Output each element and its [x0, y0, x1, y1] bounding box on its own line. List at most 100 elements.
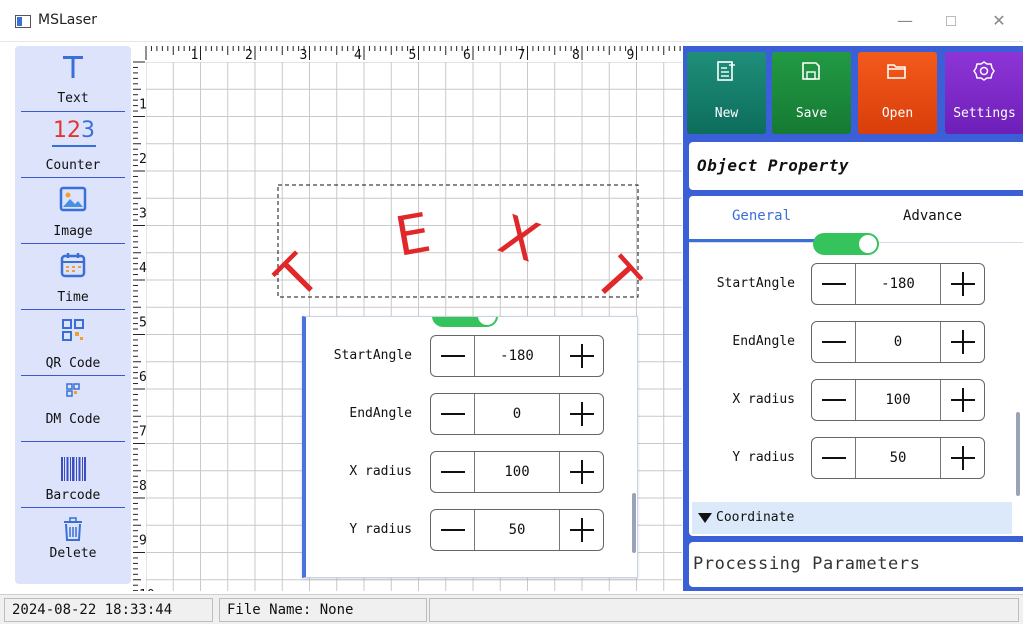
stepper-value[interactable]: -180 [856, 264, 940, 304]
tool-label-qr: QR Code [45, 356, 101, 371]
arc-text-letter: E [391, 201, 436, 269]
ruler-top-label: 6 [463, 48, 471, 63]
add-dm-code-button[interactable]: DM Code [15, 376, 131, 442]
increment-button[interactable] [940, 380, 984, 420]
stepper-value[interactable]: 0 [856, 322, 940, 362]
panel-scrollbar[interactable] [1016, 412, 1020, 496]
ruler-left-label: 9 [139, 534, 147, 549]
value-stepper: -180 [811, 263, 985, 305]
ruler-left-label: 7 [139, 425, 147, 440]
decrement-button[interactable] [431, 336, 475, 376]
save-icon [802, 62, 820, 80]
maximize-button[interactable] [934, 8, 968, 34]
save-label: Save [795, 106, 828, 121]
open-button[interactable]: Open [858, 52, 937, 134]
counter-underline [52, 145, 96, 147]
tool-label-delete: Delete [49, 546, 97, 561]
popup-scrollbar[interactable] [632, 493, 636, 553]
counter-digit: 2 [67, 118, 81, 143]
processing-parameters-section[interactable]: Processing Parameters [689, 542, 1023, 587]
decrement-button[interactable] [812, 380, 856, 420]
increment-button[interactable] [559, 452, 603, 492]
close-button[interactable]: ✕ [982, 8, 1016, 34]
property-label: StartAngle [333, 348, 412, 363]
add-barcode-button[interactable]: Barcode [15, 442, 131, 508]
increment-button[interactable] [559, 510, 603, 550]
image-icon [59, 186, 87, 212]
ruler-left-label: 6 [139, 370, 147, 385]
decrement-button[interactable] [431, 394, 475, 434]
arc-toggle-panel[interactable] [813, 233, 879, 255]
open-label: Open [881, 106, 914, 121]
tool-label-barcode: Barcode [45, 488, 101, 503]
object-property-title: Object Property [697, 156, 849, 175]
design-canvas[interactable]: 1234567891012345678910TEXT StartAngle-18… [133, 46, 682, 591]
tab-advance[interactable]: Advance [903, 208, 962, 224]
arc-toggle[interactable] [432, 317, 498, 327]
ruler-top-label: 5 [409, 48, 417, 63]
app-icon [15, 15, 31, 28]
increment-button[interactable] [940, 264, 984, 304]
stepper-value[interactable]: 100 [856, 380, 940, 420]
tool-label-text: Text [57, 91, 89, 106]
status-empty [429, 598, 1019, 622]
ruler-top-label: 1 [191, 48, 199, 63]
coordinate-section[interactable]: Coordinate [692, 502, 1012, 534]
stepper-value[interactable]: 50 [475, 510, 559, 550]
increment-button[interactable] [559, 336, 603, 376]
ruler-left-label: 1 [139, 98, 147, 113]
window-title: MSLaser [38, 12, 98, 28]
ruler-top-label: 2 [245, 48, 253, 63]
object-property-header: Object Property [689, 142, 1023, 190]
new-label: New [714, 106, 739, 121]
ruler-left-label: 10 [139, 588, 155, 591]
status-datetime: 2024-08-22 18:33:44 [4, 598, 213, 622]
settings-button[interactable]: Settings [945, 52, 1023, 134]
value-stepper: 100 [811, 379, 985, 421]
stepper-value[interactable]: -180 [475, 336, 559, 376]
trash-icon [64, 517, 82, 541]
add-time-button[interactable]: Time [15, 244, 131, 310]
increment-button[interactable] [940, 322, 984, 362]
settings-label: Settings [953, 106, 1016, 121]
decrement-button[interactable] [812, 264, 856, 304]
right-panel: New Save Open Settings Object Property G… [683, 46, 1023, 591]
property-label: StartAngle [716, 276, 795, 291]
tool-label-image: Image [53, 224, 93, 239]
add-text-button[interactable]: Text [15, 46, 131, 112]
value-stepper: 0 [811, 321, 985, 363]
calendar-icon [60, 253, 86, 278]
stepper-value[interactable]: 0 [475, 394, 559, 434]
increment-button[interactable] [559, 394, 603, 434]
add-qr-code-button[interactable]: QR Code [15, 310, 131, 376]
ruler-left-label: 4 [139, 261, 147, 276]
new-button[interactable]: New [687, 52, 766, 134]
ruler-top-label: 7 [518, 48, 526, 63]
ruler-top-label: 8 [572, 48, 580, 63]
minimize-button[interactable]: — [888, 8, 922, 34]
arc-property-popup: StartAngle -180 EndAngle 0 X radius 100 Y radi… [302, 316, 638, 578]
tool-label-dm: DM Code [45, 412, 101, 427]
tab-general[interactable]: General [732, 208, 791, 224]
decrement-button[interactable] [812, 438, 856, 478]
add-image-button[interactable]: Image [15, 178, 131, 244]
increment-button[interactable] [940, 438, 984, 478]
delete-button[interactable]: Delete [15, 508, 131, 574]
folder-icon [887, 64, 906, 79]
ruler-left-label: 3 [139, 207, 147, 222]
value-stepper: -180 [430, 335, 604, 377]
ruler-top-label: 10 [681, 48, 682, 63]
processing-parameters-label: Processing Parameters [693, 554, 921, 574]
save-button[interactable]: Save [772, 52, 851, 134]
object-toolbar: Text 123 Counter Image Time QR Code DM C… [15, 46, 131, 584]
property-label: Y radius [349, 522, 412, 537]
add-counter-button[interactable]: 123 Counter [15, 112, 131, 178]
decrement-button[interactable] [431, 452, 475, 492]
property-label: Y radius [732, 450, 795, 465]
stepper-value[interactable]: 50 [856, 438, 940, 478]
ruler-top-label: 4 [354, 48, 362, 63]
decrement-button[interactable] [431, 510, 475, 550]
counter-digit: 1 [53, 118, 67, 143]
decrement-button[interactable] [812, 322, 856, 362]
stepper-value[interactable]: 100 [475, 452, 559, 492]
